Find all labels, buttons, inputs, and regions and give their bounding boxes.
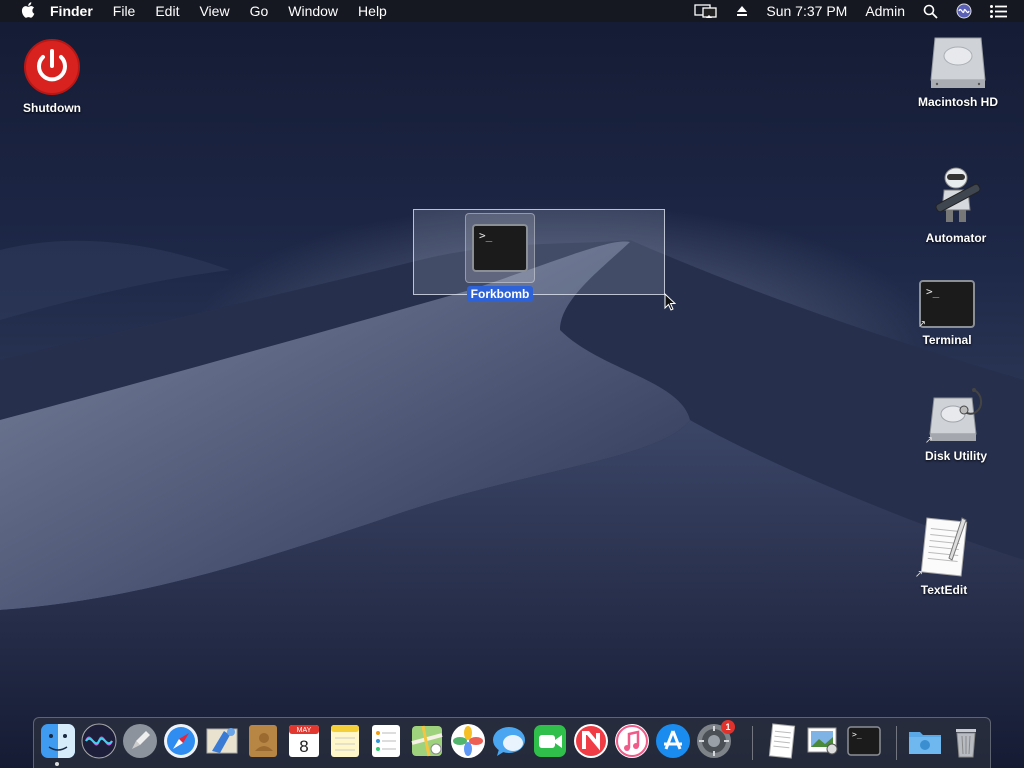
system-preferences-icon[interactable]: 1 <box>696 720 735 759</box>
running-indicator <box>55 762 59 766</box>
menu-window[interactable]: Window <box>278 0 348 22</box>
desktop-icon-textedit[interactable]: ↗ TextEdit <box>889 516 999 599</box>
menu-view[interactable]: View <box>189 0 239 22</box>
notification-center-icon[interactable] <box>981 0 1016 22</box>
terminal-prompt: >_ <box>479 229 493 242</box>
preview-icon[interactable] <box>805 723 841 759</box>
news-icon[interactable] <box>573 723 609 759</box>
desktop-icon-label: Shutdown <box>23 101 81 115</box>
contacts-icon[interactable] <box>245 723 281 759</box>
desktop-icon-label: Automator <box>925 231 987 245</box>
desktop-icon-macintosh-hd[interactable]: Macintosh HD <box>903 30 1013 111</box>
trash-icon[interactable] <box>948 723 984 759</box>
reminders-icon[interactable] <box>368 723 404 759</box>
app-store-icon[interactable] <box>655 723 691 759</box>
downloads-folder-icon[interactable] <box>907 723 943 759</box>
menu-edit[interactable]: Edit <box>145 0 189 22</box>
desktop-icon-terminal[interactable]: >_ ↗ Terminal <box>892 280 1002 349</box>
menubar-user[interactable]: Admin <box>856 0 914 22</box>
eject-icon[interactable] <box>727 0 757 22</box>
notification-badge: 1 <box>721 720 735 734</box>
mouse-cursor-icon <box>664 292 677 316</box>
menu-help[interactable]: Help <box>348 0 397 22</box>
textedit-icon: ↗ <box>914 516 972 580</box>
siri-icon[interactable] <box>81 723 117 759</box>
terminal-prompt: >_ <box>852 730 862 739</box>
siri-icon[interactable] <box>947 0 981 22</box>
dock-separator <box>896 726 897 760</box>
desktop-icon-automator[interactable]: Automator <box>901 164 1011 247</box>
desktop-icon-forkbomb[interactable]: >_ Forkbomb <box>445 213 555 303</box>
calendar-month: MAY <box>297 727 312 734</box>
dock: MAY 8 1 >_ <box>33 717 991 768</box>
itunes-icon[interactable] <box>614 723 650 759</box>
photos-icon[interactable] <box>450 723 486 759</box>
menu-file[interactable]: File <box>103 0 146 22</box>
alias-arrow-icon: ↗ <box>917 319 927 330</box>
finder-icon[interactable] <box>40 723 76 759</box>
menu-bar: Finder File Edit View Go Window Help Sun… <box>0 0 1024 22</box>
desktop-icon-label: TextEdit <box>920 583 968 597</box>
app-menu-finder[interactable]: Finder <box>40 0 103 22</box>
alias-arrow-icon: ↗ <box>914 569 924 580</box>
desktop-icon-label: Macintosh HD <box>917 95 998 109</box>
dock-separator <box>752 726 753 760</box>
menubar-clock[interactable]: Sun 7:37 PM <box>757 0 856 22</box>
launchpad-icon[interactable] <box>122 723 158 759</box>
power-icon <box>23 38 81 96</box>
terminal-script-icon: >_ <box>465 213 535 283</box>
mail-icon[interactable] <box>204 723 240 759</box>
spotlight-search-icon[interactable] <box>914 0 947 22</box>
hard-drive-icon <box>929 30 987 90</box>
notes-icon[interactable] <box>327 723 363 759</box>
textedit-icon[interactable] <box>764 723 800 759</box>
menu-go[interactable]: Go <box>240 0 279 22</box>
disk-utility-icon: ↗ <box>924 384 986 446</box>
desktop-icon-disk-utility[interactable]: ↗ Disk Utility <box>901 384 1011 465</box>
apple-menu-icon[interactable] <box>16 1 40 21</box>
terminal-icon: >_ ↗ <box>917 280 975 330</box>
terminal-icon[interactable]: >_ <box>846 723 882 759</box>
maps-icon[interactable] <box>409 723 445 759</box>
safari-icon[interactable] <box>163 723 199 759</box>
airplay-display-icon[interactable] <box>685 0 727 22</box>
terminal-prompt: >_ <box>926 285 940 298</box>
alias-arrow-icon: ↗ <box>924 435 934 446</box>
calendar-day: 8 <box>299 737 308 756</box>
messages-icon[interactable] <box>491 723 527 759</box>
desktop-icon-label: Forkbomb <box>466 286 534 302</box>
facetime-icon[interactable] <box>532 723 568 759</box>
automator-robot-icon <box>926 164 986 226</box>
calendar-icon[interactable]: MAY 8 <box>286 723 322 759</box>
desktop-wallpaper <box>0 240 1024 768</box>
desktop-icon-label: Disk Utility <box>924 449 987 463</box>
desktop-icon-label: Terminal <box>922 333 972 347</box>
desktop-icon-shutdown[interactable]: Shutdown <box>0 38 107 117</box>
